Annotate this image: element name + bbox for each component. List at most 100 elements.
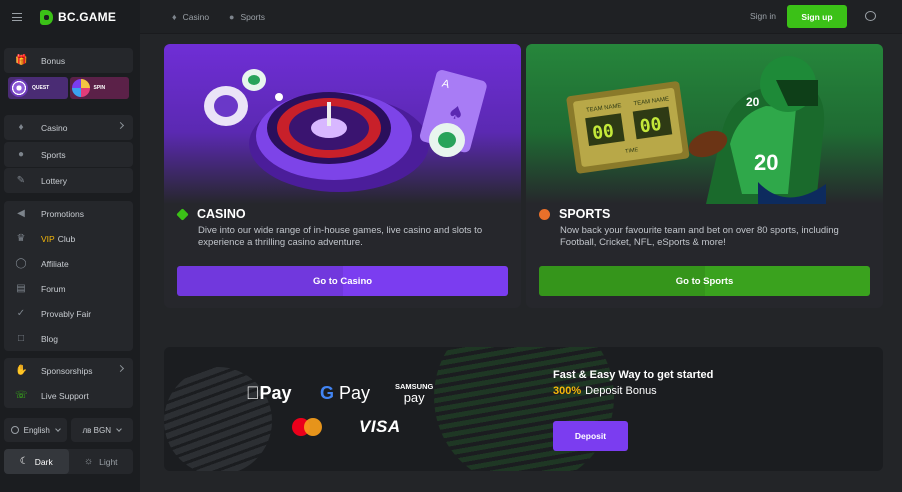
scoreboard-score-left: 00 (591, 120, 615, 144)
games-group: ♦ Casino (4, 115, 133, 140)
chevron-down-icon (116, 425, 122, 432)
bonus-percent: 300% (553, 385, 582, 397)
sidebar-item-label: Sports (41, 149, 66, 160)
headset-icon: ☏ (15, 389, 28, 401)
support-group: ✋ Sponsorships ☏ Live Support (4, 358, 133, 408)
sidebar-item-provably-fair[interactable]: ✓ Provably Fair (4, 301, 133, 326)
casino-description: Dive into our wide range of in-house gam… (198, 225, 483, 248)
casino-title: CASINO (176, 207, 246, 221)
sports-title: SPORTS (539, 207, 610, 221)
sidebar-item-label: Club (57, 233, 76, 244)
nav-casino[interactable]: ♦ Casino (172, 0, 209, 34)
samsung-pay-text: pay (403, 390, 425, 405)
sidebar-item-label: Lottery (41, 175, 67, 186)
sidebar-item-blog[interactable]: □ Blog (4, 326, 133, 351)
sign-in-link[interactable]: Sign in (750, 11, 776, 21)
sidebar-item-label: Casino (41, 122, 68, 133)
jersey-number-front: 20 (754, 150, 778, 175)
language-value: English (23, 425, 50, 435)
apple-pay-logo: Pay (246, 383, 292, 404)
google-g-icon: G (320, 383, 335, 403)
sidebar-item-affiliate[interactable]: ◯ Affiliate (4, 251, 133, 276)
lottery-ticket-icon: ✎ (16, 174, 26, 186)
go-to-casino-label: Go to Casino (312, 275, 373, 287)
sidebar-item-label: Forum (41, 283, 66, 294)
roulette-art: A ♠ (204, 69, 487, 192)
globe-icon (10, 426, 19, 434)
casino-illustration: A ♠ (164, 44, 521, 204)
megaphone-icon: ◀ (17, 207, 25, 219)
casino-icon (176, 207, 189, 221)
go-to-casino-button[interactable]: Go to Casino (177, 266, 508, 296)
currency-value: лв BGN (82, 425, 111, 435)
sidebar-item-vip-club[interactable]: ♛ VIP Club (4, 226, 133, 251)
quest-button[interactable]: QUEST (8, 77, 68, 99)
lottery-group: ✎ Lottery (4, 168, 133, 193)
sign-up-button[interactable]: Sign up (787, 5, 847, 28)
nav-sports[interactable]: ● Sports (229, 0, 265, 34)
sidebar-item-lottery[interactable]: ✎ Lottery (4, 168, 133, 193)
mastercard-logo-icon (292, 418, 322, 436)
chevron-right-icon (116, 121, 125, 130)
sidebar-item-casino[interactable]: ♦ Casino (4, 115, 133, 140)
casino-icon: ♦ (18, 121, 24, 133)
apple-icon:  (246, 383, 260, 403)
sports-title-text: SPORTS (559, 207, 611, 221)
blog-icon: □ (17, 332, 25, 344)
sidebar-item-forum[interactable]: ▤ Forum (4, 276, 133, 301)
chat-icon[interactable] (865, 11, 876, 21)
sidebar-item-label: Provably Fair (41, 308, 92, 319)
theme-light-button[interactable]: ☼ Light (69, 449, 134, 474)
nav-casino-label: Casino (182, 12, 210, 22)
sidebar-item-label: Live Support (41, 390, 89, 401)
shield-check-icon: ✓ (16, 307, 26, 319)
decor-sphere-green (434, 347, 614, 471)
sports-ball-icon (539, 208, 550, 220)
forum-icon: ▤ (16, 282, 26, 294)
deposit-button[interactable]: Deposit (553, 421, 628, 451)
sports-ball-icon: ● (229, 12, 235, 22)
sidebar-item-sports[interactable]: ● Sports (4, 142, 133, 167)
sidebar-item-promotions[interactable]: ◀ Promotions (4, 201, 133, 226)
quest-label: QUEST (32, 85, 50, 91)
go-to-sports-label: Go to Sports (675, 275, 734, 287)
language-select[interactable]: English (4, 418, 67, 442)
sidebar-item-label: Sponsorships (41, 365, 93, 376)
gift-icon: 🎁 (15, 54, 28, 66)
chevron-right-icon (116, 364, 125, 373)
sidebar-item-live-support[interactable]: ☏ Live Support (4, 383, 133, 408)
quest-spin-row: QUEST SPIN (8, 77, 129, 99)
brand-name[interactable]: BC.GAME (58, 10, 116, 24)
casino-icon: ♦ (172, 12, 177, 22)
sidebar-item-label: Bonus (41, 55, 66, 66)
sports-ball-icon: ● (17, 148, 25, 160)
sidebar-item-label: Affiliate (41, 258, 69, 269)
sidebar: BC.GAME 🎁 Bonus QUEST SPIN ♦ Casino ● Sp… (0, 0, 140, 492)
crown-icon: ♛ (16, 232, 26, 244)
affiliate-icon: ◯ (15, 257, 27, 269)
links-group: ◀ Promotions ♛ VIP Club ◯ Affiliate ▤ For… (4, 201, 133, 351)
theme-toggle: ☾ Dark ☼ Light (4, 449, 133, 474)
bonus-group: 🎁 Bonus (4, 48, 133, 73)
bc-logo-icon (40, 9, 53, 25)
sidebar-item-label: Blog (41, 333, 59, 344)
locale-row: English лв BGN (4, 418, 133, 442)
currency-select[interactable]: лв BGN (70, 418, 133, 442)
banner-title: Fast & Easy Way to get started (553, 369, 714, 381)
sports-card: TEAM NAME TEAM NAME 00 00 TIME 20 20 SPO… (526, 44, 883, 308)
sports-group: ● Sports (4, 142, 133, 167)
spin-button[interactable]: SPIN (69, 77, 129, 99)
chevron-down-icon (55, 425, 61, 432)
sidebar-item-bonus[interactable]: 🎁 Bonus (4, 48, 133, 73)
hamburger-menu-icon[interactable] (12, 13, 22, 21)
theme-dark-button[interactable]: ☾ Dark (4, 449, 69, 474)
go-to-sports-button[interactable]: Go to Sports (539, 266, 870, 296)
jersey-number-shoulder: 20 (746, 95, 760, 109)
football-art: TEAM NAME TEAM NAME 00 00 TIME 20 20 (566, 56, 826, 204)
sun-icon: ☼ (83, 456, 94, 467)
spin-label: SPIN (93, 85, 106, 91)
sidebar-item-sponsorships[interactable]: ✋ Sponsorships (4, 358, 133, 383)
target-icon (10, 79, 28, 97)
handshake-icon: ✋ (15, 364, 28, 376)
logo-row: BC.GAME (0, 0, 140, 34)
